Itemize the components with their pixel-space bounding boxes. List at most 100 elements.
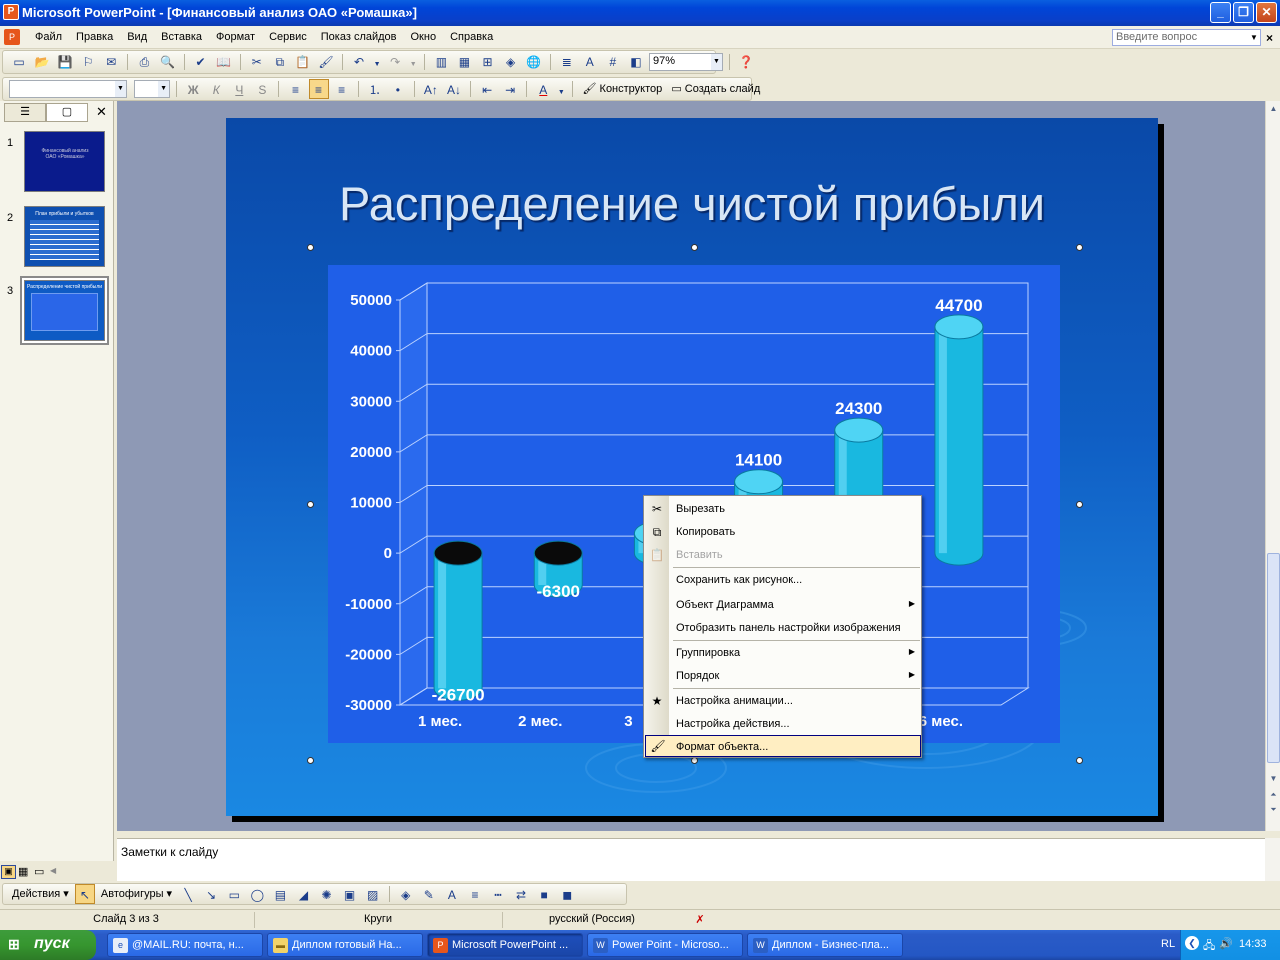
- start-button[interactable]: ⊞ пуск: [0, 930, 96, 960]
- taskbar-item-folder[interactable]: ▬ Диплом готовый На...: [267, 933, 423, 957]
- rectangle-icon[interactable]: ▭: [224, 885, 244, 905]
- next-slide-icon[interactable]: ⏷: [1266, 802, 1280, 817]
- decrease-indent-icon[interactable]: ⇤: [477, 80, 497, 100]
- menu-item-copy[interactable]: ⧉ Копировать: [645, 521, 921, 543]
- menu-insert[interactable]: Вставка: [154, 31, 209, 43]
- menu-item-save-as-picture[interactable]: Сохранить как рисунок...: [645, 569, 921, 591]
- scroll-up-icon[interactable]: ▲: [1266, 101, 1280, 116]
- maximize-button[interactable]: ❐: [1233, 2, 1254, 23]
- open-icon[interactable]: 📂: [32, 52, 52, 72]
- permission-icon[interactable]: ⚐: [78, 52, 98, 72]
- format-painter-icon[interactable]: 🖌: [316, 52, 336, 72]
- menu-item-cut[interactable]: ✂ Вырезать: [645, 498, 921, 520]
- undo-dropdown-icon[interactable]: ▼: [372, 55, 382, 75]
- slide-thumbnail-1[interactable]: Финансовый анализ ОАО «Ромашка»: [24, 131, 105, 192]
- notes-pane[interactable]: Заметки к слайду: [117, 838, 1265, 881]
- align-left-icon[interactable]: ≡: [286, 80, 306, 100]
- selection-handle[interactable]: [1076, 501, 1083, 508]
- picture-icon[interactable]: ▨: [363, 885, 383, 905]
- slide-thumbnail-3[interactable]: Распределение чистой прибыли: [24, 280, 105, 341]
- menu-item-action-settings[interactable]: Настройка действия...: [645, 713, 921, 735]
- copy-icon[interactable]: ⧉: [270, 52, 290, 72]
- menu-format[interactable]: Формат: [209, 31, 262, 43]
- font-color-icon[interactable]: A: [442, 885, 462, 905]
- chevron-down-icon[interactable]: ▼: [115, 81, 126, 97]
- selection-handle[interactable]: [307, 501, 314, 508]
- redo-dropdown-icon[interactable]: ▼: [408, 55, 418, 75]
- menu-item-custom-animation[interactable]: ★ Настройка анимации...: [645, 690, 921, 712]
- line-icon[interactable]: ╲: [178, 885, 198, 905]
- menu-file[interactable]: Файл: [28, 31, 69, 43]
- menu-item-order[interactable]: Порядок ▶: [645, 665, 921, 687]
- notes-scrollbar[interactable]: [1265, 838, 1280, 881]
- document-icon[interactable]: P: [4, 29, 20, 45]
- color-grayscale-icon[interactable]: ◧: [626, 52, 646, 72]
- increase-indent-icon[interactable]: ⇥: [500, 80, 520, 100]
- show-hidden-icons-icon[interactable]: ❮: [1185, 936, 1199, 950]
- fill-color-icon[interactable]: ◈: [396, 885, 416, 905]
- menu-tools[interactable]: Сервис: [262, 31, 314, 43]
- tables-borders-icon[interactable]: ⊞: [478, 52, 498, 72]
- close-button[interactable]: ✕: [1256, 2, 1277, 23]
- line-color-icon[interactable]: ✎: [419, 885, 439, 905]
- wordart-icon[interactable]: ◢: [293, 885, 313, 905]
- scroll-left-icon[interactable]: ◀: [50, 866, 56, 875]
- menu-help[interactable]: Справка: [443, 31, 500, 43]
- font-color-dropdown-icon[interactable]: ▼: [556, 83, 566, 103]
- clipart-icon[interactable]: ▣: [340, 885, 360, 905]
- save-icon[interactable]: 💾: [55, 52, 75, 72]
- close-document-icon[interactable]: ×: [1266, 31, 1273, 45]
- bold-icon[interactable]: Ж: [183, 80, 203, 100]
- 3d-style-icon[interactable]: ◼: [557, 885, 577, 905]
- expand-all-icon[interactable]: ≣: [557, 52, 577, 72]
- vertical-scrollbar[interactable]: ▲ ▼ ⏶ ⏷: [1265, 101, 1280, 831]
- arrow-style-icon[interactable]: ⇄: [511, 885, 531, 905]
- language-indicator[interactable]: RL: [1161, 938, 1175, 950]
- tab-outline[interactable]: ☰: [4, 103, 46, 122]
- cut-icon[interactable]: ✂: [247, 52, 267, 72]
- tab-slides[interactable]: ▢: [46, 103, 88, 122]
- volume-icon[interactable]: 🔊: [1219, 937, 1233, 950]
- slideshow-icon[interactable]: ▭: [34, 865, 44, 878]
- insert-chart-icon[interactable]: ▥: [431, 52, 451, 72]
- selection-handle[interactable]: [691, 757, 698, 764]
- font-color-icon[interactable]: A: [533, 80, 553, 100]
- decrease-font-icon[interactable]: A↓: [444, 80, 464, 100]
- selection-handle[interactable]: [1076, 244, 1083, 251]
- arrow-icon[interactable]: ↘: [201, 885, 221, 905]
- zoom-select[interactable]: 97% ▼: [649, 53, 723, 71]
- menu-item-paste[interactable]: 📋 Вставить: [645, 544, 921, 566]
- paste-icon[interactable]: 📋: [293, 52, 313, 72]
- spelling-icon[interactable]: ✔: [191, 52, 211, 72]
- research-icon[interactable]: 📖: [214, 52, 234, 72]
- help-search-input[interactable]: Введите вопрос ▼: [1112, 29, 1261, 46]
- bullets-icon[interactable]: •: [388, 80, 408, 100]
- underline-icon[interactable]: Ч: [229, 80, 249, 100]
- scroll-down-icon[interactable]: ▼: [1266, 771, 1280, 786]
- previous-slide-icon[interactable]: ⏶: [1266, 787, 1280, 802]
- menu-item-chart-object[interactable]: Объект Диаграмма ▶: [645, 594, 921, 616]
- diagram-icon[interactable]: ✺: [317, 885, 337, 905]
- textbox-icon[interactable]: ▤: [270, 885, 290, 905]
- selection-handle[interactable]: [307, 244, 314, 251]
- taskbar-item-word-1[interactable]: W Power Point - Microso...: [587, 933, 743, 957]
- close-panel-icon[interactable]: ✕: [96, 104, 107, 120]
- taskbar-item-powerpoint[interactable]: P Microsoft PowerPoint ...: [427, 933, 583, 957]
- italic-icon[interactable]: К: [206, 80, 226, 100]
- print-icon[interactable]: ⎙: [134, 52, 154, 72]
- slide-sorter-icon[interactable]: ▦: [18, 865, 28, 878]
- taskbar-item-mail[interactable]: e @MAIL.RU: почта, н...: [107, 933, 263, 957]
- menu-slideshow[interactable]: Показ слайдов: [314, 31, 404, 43]
- hyperlink-icon[interactable]: 🌐: [524, 52, 544, 72]
- menu-window[interactable]: Окно: [404, 31, 444, 43]
- select-objects-icon[interactable]: ↖: [74, 884, 95, 904]
- show-formatting-icon[interactable]: A: [580, 52, 600, 72]
- autoshapes-menu[interactable]: Автофигуры ▾: [98, 884, 175, 904]
- shadow-style-icon[interactable]: ■: [534, 885, 554, 905]
- increase-font-icon[interactable]: A↑: [421, 80, 441, 100]
- menu-view[interactable]: Вид: [120, 31, 154, 43]
- selection-handle[interactable]: [307, 757, 314, 764]
- normal-view-icon[interactable]: ▣: [1, 865, 16, 879]
- shadow-icon[interactable]: S: [252, 80, 272, 100]
- minimize-button[interactable]: _: [1210, 2, 1231, 23]
